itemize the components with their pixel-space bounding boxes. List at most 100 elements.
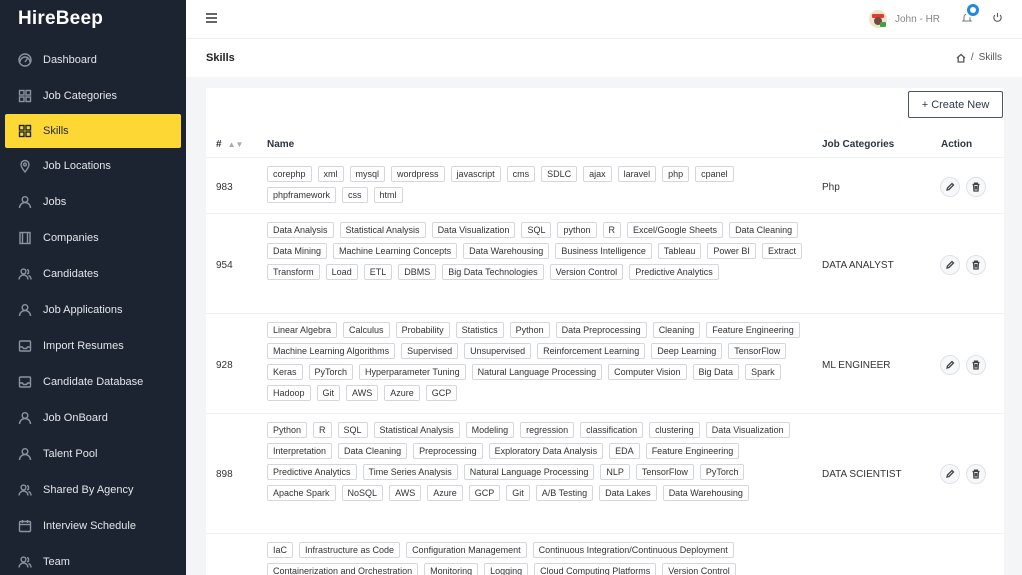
pencil-icon: [946, 182, 955, 191]
skill-tag: Data Mining: [267, 243, 328, 259]
grid-icon: [18, 124, 32, 138]
trash-icon: [972, 260, 980, 270]
table-row: 928 Linear Algebra Calculus Probability Stat…: [206, 314, 1004, 414]
skill-tag: Logging: [484, 563, 529, 575]
grid-icon: [18, 89, 32, 103]
delete-button[interactable]: [966, 177, 986, 197]
menu-toggle-icon[interactable]: [206, 13, 217, 23]
skill-tag: html: [373, 187, 403, 203]
skill-tag: Azure: [427, 485, 463, 501]
skill-tag: css: [342, 187, 368, 203]
skill-tag: wordpress: [391, 166, 445, 182]
skill-tag: Cleaning: [652, 322, 701, 338]
breadcrumb-current: Skills: [978, 52, 1002, 63]
skill-tag: PyTorch: [308, 364, 354, 380]
user-icon: [18, 195, 32, 209]
skill-tag: Data Preprocessing: [555, 322, 647, 338]
edit-button[interactable]: [940, 255, 960, 275]
sidebar-item-interview-schedule[interactable]: Interview Schedule: [0, 508, 186, 544]
skill-tag: NoSQL: [341, 485, 384, 501]
sidebar-item-shared-by-agency[interactable]: Shared By Agency: [0, 472, 186, 508]
sidebar-item-skills[interactable]: Skills: [5, 114, 181, 148]
home-icon[interactable]: [956, 53, 966, 63]
top-bar: John - HR: [186, 0, 1022, 38]
users-icon: [18, 483, 32, 497]
row-actions: [940, 355, 986, 375]
user-menu[interactable]: John - HR: [868, 9, 940, 29]
notification-badge[interactable]: [965, 2, 981, 18]
trash-icon: [972, 360, 980, 370]
page-header: Skills / Skills: [186, 38, 1022, 77]
sidebar-item-job-categories[interactable]: Job Categories: [0, 78, 186, 114]
sidebar-item-candidates[interactable]: Candidates: [0, 256, 186, 292]
row-actions: [940, 255, 986, 275]
skill-tag: regression: [520, 422, 575, 438]
user-icon: [18, 303, 32, 317]
skill-tag: Predictive Analytics: [267, 464, 357, 480]
row-job-category: DATA ANALYST: [822, 260, 894, 271]
skill-tag: Data Warehousing: [662, 485, 749, 501]
skill-tag: Git: [316, 385, 341, 401]
sidebar-item-job-locations[interactable]: Job Locations: [0, 148, 186, 184]
delete-button[interactable]: [966, 255, 986, 275]
column-header-category: Job Categories: [822, 139, 895, 150]
skill-tag: ajax: [583, 166, 612, 182]
sort-icon[interactable]: ▲▼: [228, 140, 244, 149]
sidebar-item-import-resumes[interactable]: Import Resumes: [0, 328, 186, 364]
power-icon[interactable]: [992, 12, 1003, 23]
table-row: 898 Python R SQL Statistical Analysis Modelin…: [206, 414, 1004, 534]
skill-tag: Git: [506, 485, 530, 501]
skill-tag: GCP: [468, 485, 501, 501]
skill-tag: Data Analysis: [267, 222, 334, 238]
skill-tag: mysql: [349, 166, 386, 182]
skill-tag: Natural Language Processing: [471, 364, 603, 380]
skill-tag: Predictive Analytics: [629, 264, 719, 280]
skill-tag: PyTorch: [699, 464, 745, 480]
sidebar-item-job-applications[interactable]: Job Applications: [0, 292, 186, 328]
sidebar-item-talent-pool[interactable]: Talent Pool: [0, 436, 186, 472]
skill-tag: Data Cleaning: [729, 222, 799, 238]
sidebar-item-label: Team: [43, 556, 70, 568]
sidebar-item-companies[interactable]: Companies: [0, 220, 186, 256]
skill-tag: GCP: [425, 385, 458, 401]
calendar-icon: [18, 519, 32, 533]
app-logo[interactable]: HireBeep: [0, 0, 186, 38]
user-name: John - HR: [895, 13, 941, 25]
skill-tag: Cloud Computing Platforms: [534, 563, 657, 575]
create-new-button[interactable]: + Create New: [908, 91, 1003, 118]
skill-tag: TensorFlow: [635, 464, 694, 480]
skill-tag: IaC: [267, 542, 294, 558]
sidebar-item-dashboard[interactable]: Dashboard: [0, 42, 186, 78]
inbox-icon: [18, 375, 32, 389]
table-row: IaC Infrastructure as Code Configuration M…: [206, 534, 1004, 575]
skill-tag: Azure: [384, 385, 420, 401]
sidebar-item-team[interactable]: Team: [0, 544, 186, 575]
skill-tag: Computer Vision: [608, 364, 687, 380]
skill-tag: Keras: [267, 364, 303, 380]
skill-tag: Time Series Analysis: [362, 464, 458, 480]
skill-tag: phpframework: [267, 187, 337, 203]
skill-tag: Version Control: [549, 264, 624, 280]
skill-tag: laravel: [617, 166, 657, 182]
skill-tag: SQL: [337, 422, 368, 438]
skill-tag: Statistics: [455, 322, 504, 338]
skill-tags: Linear Algebra Calculus Probability Statist…: [267, 322, 802, 401]
sidebar-item-candidate-database[interactable]: Candidate Database: [0, 364, 186, 400]
skill-tag: Data Visualization: [431, 222, 516, 238]
delete-button[interactable]: [966, 464, 986, 484]
skill-tag: Data Visualization: [705, 422, 790, 438]
sidebar-item-label: Candidates: [43, 268, 99, 280]
column-header-id[interactable]: # ▲▼: [216, 139, 243, 150]
skill-tag: python: [557, 222, 597, 238]
delete-button[interactable]: [966, 355, 986, 375]
skill-tag: DBMS: [398, 264, 437, 280]
sidebar-item-label: Import Resumes: [43, 340, 124, 352]
skill-tag: AWS: [389, 485, 422, 501]
sidebar-item-jobs[interactable]: Jobs: [0, 184, 186, 220]
edit-button[interactable]: [940, 464, 960, 484]
edit-button[interactable]: [940, 177, 960, 197]
sidebar-item-job-onboard[interactable]: Job OnBoard: [0, 400, 186, 436]
skill-tag: Hyperparameter Tuning: [359, 364, 466, 380]
edit-button[interactable]: [940, 355, 960, 375]
skill-tag: Probability: [395, 322, 450, 338]
